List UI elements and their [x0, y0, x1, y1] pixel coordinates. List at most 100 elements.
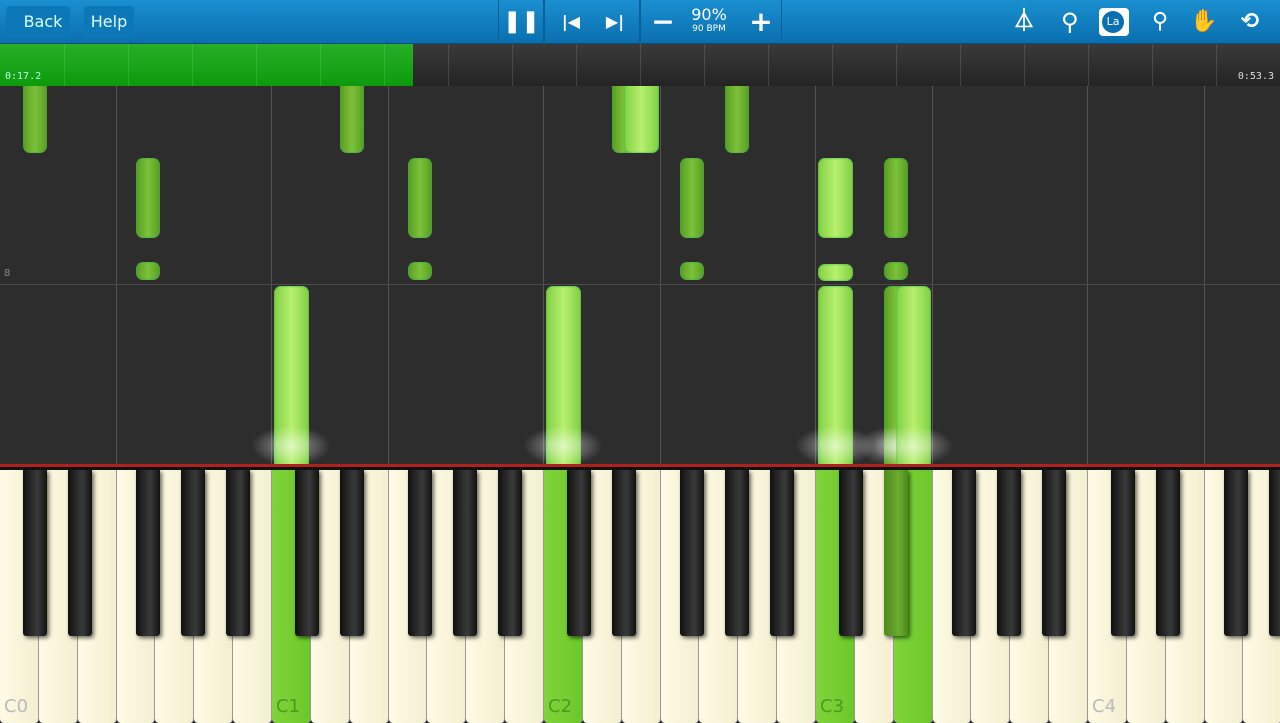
octave-label: C2 [548, 696, 573, 717]
black-key-dsharp3[interactable] [884, 470, 908, 636]
pause-icon[interactable]: ❚❚ [503, 6, 540, 38]
current-time: 0:17.2 [5, 71, 42, 82]
toolbar: Back Help ❚❚ |◀ ▶| − + 90% 90 BPM ⏃ ⚲ La… [0, 0, 1280, 44]
octave-label: C0 [4, 696, 29, 717]
octave-label: C1 [276, 696, 301, 717]
seek-group: |◀ ▶| [544, 0, 640, 44]
grid-line [543, 86, 544, 466]
black-key-gsharp3[interactable] [997, 470, 1021, 636]
progress-segment [768, 44, 769, 86]
black-key-fsharp4[interactable] [1224, 470, 1248, 636]
progress-bar[interactable]: 0:17.2 0:53.3 [0, 44, 1280, 86]
progress-segment [128, 44, 129, 86]
black-key-csharp2[interactable] [567, 470, 591, 636]
black-key-csharp4[interactable] [1111, 470, 1135, 636]
progress-segment [960, 44, 961, 86]
black-key-gsharp4[interactable] [1269, 470, 1280, 636]
black-key-dsharp0[interactable] [68, 470, 92, 636]
hit-glow [873, 426, 954, 466]
note-roll: 8 [0, 86, 1280, 466]
falling-note-fsharp1 [408, 262, 432, 280]
metronome-icon[interactable]: ⏃ [1006, 6, 1042, 38]
falling-note-c3 [818, 264, 853, 281]
skip-back-icon[interactable]: |◀ [553, 6, 589, 38]
progress-segment [1088, 44, 1089, 86]
progress-segment [704, 44, 705, 86]
grid-line [815, 86, 816, 466]
black-key-fsharp3[interactable] [952, 470, 976, 636]
falling-note-c3 [818, 158, 853, 238]
hit-glow [251, 426, 332, 466]
progress-segment [832, 44, 833, 86]
falling-note-fsharp0 [136, 158, 160, 238]
help-button[interactable]: Help [84, 6, 134, 38]
progress-segment [1024, 44, 1025, 86]
black-key-dsharp2[interactable] [612, 470, 636, 636]
note-labels-badge: La [1102, 11, 1124, 33]
grid-line [1087, 86, 1088, 466]
falling-note-fsharp1 [408, 158, 432, 238]
skip-forward-icon[interactable]: ▶| [597, 6, 633, 38]
progress-segment [896, 44, 897, 86]
back-button[interactable]: Back [6, 6, 70, 38]
measure-number: 8 [4, 268, 11, 279]
falling-note-fsharp0 [136, 262, 160, 280]
progress-segment [320, 44, 321, 86]
black-key-gsharp1[interactable] [453, 470, 477, 636]
plus-icon[interactable]: + [743, 6, 779, 38]
black-key-fsharp0[interactable] [136, 470, 160, 636]
black-key-gsharp0[interactable] [181, 470, 205, 636]
falling-note-csharp0 [23, 86, 47, 153]
black-key-asharp3[interactable] [1042, 470, 1066, 636]
minus-icon[interactable]: − [645, 6, 681, 38]
hit-glow [523, 426, 604, 466]
note-labels-icon[interactable]: La [1099, 8, 1129, 36]
hand-icon[interactable]: ✋ [1186, 6, 1222, 38]
progress-segment [640, 44, 641, 86]
black-key-csharp0[interactable] [23, 470, 47, 636]
progress-segment [256, 44, 257, 86]
black-key-csharp1[interactable] [295, 470, 319, 636]
progress-segment [576, 44, 577, 86]
speed-readout: 90% 90 BPM [684, 5, 734, 35]
marker-icon[interactable]: ⚲ [1142, 6, 1178, 38]
grid-line [1204, 86, 1205, 466]
progress-segment [1216, 44, 1217, 86]
piano-keyboard: C0 C1 C2 C3 C4 [0, 464, 1280, 723]
progress-segment [1152, 44, 1153, 86]
progress-fill [0, 44, 414, 86]
progress-segment [448, 44, 449, 86]
black-key-csharp3[interactable] [839, 470, 863, 636]
black-key-fsharp1[interactable] [408, 470, 432, 636]
octave-label: C3 [820, 696, 845, 717]
speed-bpm: 90 BPM [692, 24, 726, 34]
falling-note-fsharp2 [680, 158, 704, 238]
progress-segment [512, 44, 513, 86]
black-key-asharp0[interactable] [226, 470, 250, 636]
black-key-asharp2[interactable] [770, 470, 794, 636]
black-key-dsharp1[interactable] [340, 470, 364, 636]
black-key-asharp1[interactable] [498, 470, 522, 636]
grid-line [271, 86, 272, 466]
black-key-dsharp4[interactable] [1156, 470, 1180, 636]
falling-note-e2 [623, 86, 659, 153]
loop-icon[interactable]: ⟲ [1232, 6, 1268, 38]
grid-line [932, 86, 933, 466]
black-key-fsharp2[interactable] [680, 470, 704, 636]
progress-segment [64, 44, 65, 86]
pause-group: ❚❚ [498, 0, 544, 44]
speed-percent: 90% [691, 5, 727, 24]
black-key-gsharp2[interactable] [725, 470, 749, 636]
measure-line [0, 284, 1280, 285]
falling-note-dsharp1 [340, 86, 364, 153]
grid-line [660, 86, 661, 466]
magnifier-icon[interactable]: ⚲ [1052, 6, 1088, 38]
progress-segment [192, 44, 193, 86]
falling-note-dsharp3 [884, 158, 908, 238]
falling-note-gsharp2 [725, 86, 749, 153]
falling-note-fsharp2 [680, 262, 704, 280]
falling-note-dsharp3 [884, 262, 908, 280]
octave-label: C4 [1092, 696, 1117, 717]
grid-line [388, 86, 389, 466]
progress-segment [384, 44, 385, 86]
